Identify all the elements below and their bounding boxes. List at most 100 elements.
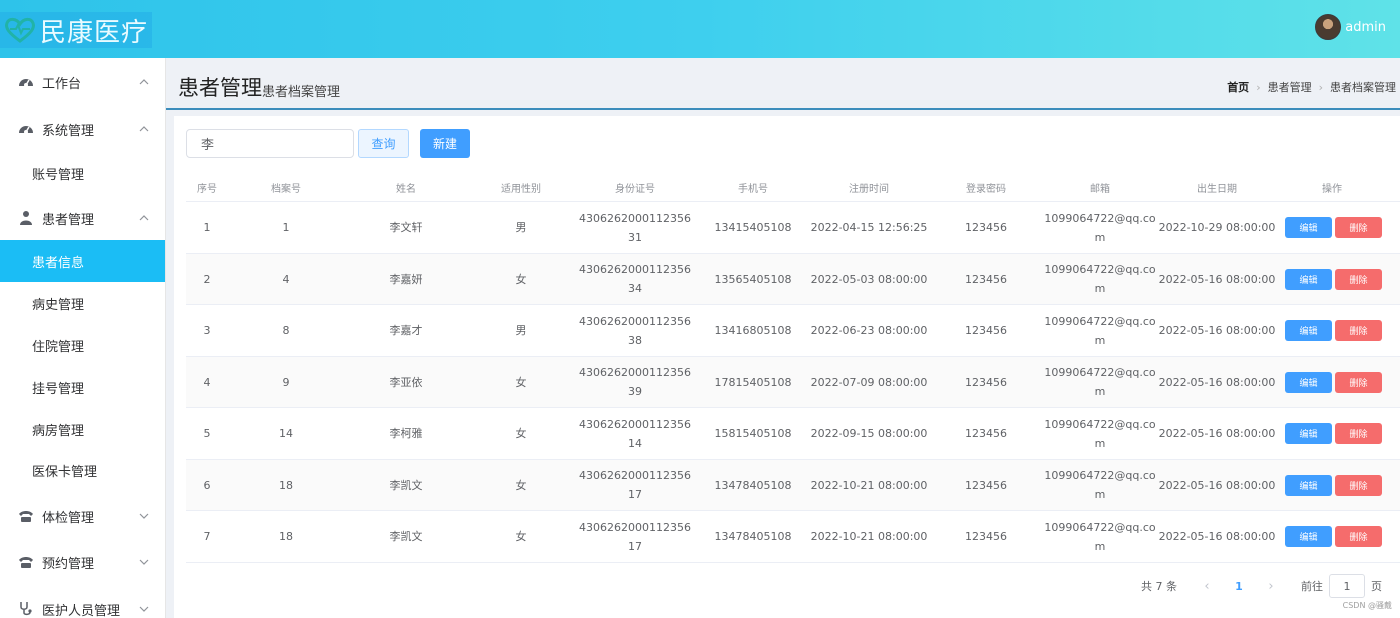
table-row: 1 1 李文轩 男 4306262000112356 31 13415405108 2022-…: [186, 202, 1400, 254]
cell-line: 31: [628, 230, 642, 244]
table-row: 5 14 李柯雅 女 4306262000112356 14 15815405108 2022…: [186, 408, 1400, 460]
table-cell-birth: 2022-05-16 08:00:00: [1158, 530, 1276, 543]
sidebar-group-appointment[interactable]: 预约管理: [0, 541, 165, 583]
delete-button[interactable]: 删除: [1335, 474, 1382, 496]
table-cell-email: 1099064722@qq.co m: [1044, 254, 1155, 305]
delete-button[interactable]: 删除: [1335, 371, 1382, 393]
watermark: CSDN @骚戴: [1342, 601, 1392, 610]
user-menu[interactable]: admin: [1315, 14, 1386, 40]
cell-line: 39: [628, 385, 642, 398]
edit-button[interactable]: 编辑: [1285, 371, 1332, 393]
table-cell-reg-time: 2022-09-15 08:00:00: [810, 427, 928, 440]
sidebar-item-label: 医保卡管理: [32, 464, 98, 480]
table-cell-phone: 15815405108: [714, 427, 792, 440]
edit-button[interactable]: 编辑: [1285, 526, 1332, 547]
table-row: 6 18 李凯文 女 4306262000112356 17 13478405108 2022…: [186, 459, 1400, 511]
table-row: 4 9 李亚依 女 4306262000112356 39 17815405108 2022-…: [186, 356, 1400, 408]
sidebar-item-patient-info[interactable]: 患者信息: [0, 240, 165, 282]
cell-line: m: [1094, 488, 1106, 501]
column-header: 身份证号: [615, 184, 655, 195]
sidebar-group-patient[interactable]: 患者管理: [0, 197, 165, 239]
table-cell-file-no: 9: [282, 375, 290, 389]
sidebar-group-system[interactable]: 系统管理: [0, 108, 165, 150]
table-cell-email: 1099064722@qq.co m: [1044, 202, 1156, 253]
delete-button[interactable]: 删除: [1335, 268, 1382, 290]
sidebar-item-insurance-card[interactable]: 医保卡管理: [0, 449, 165, 491]
stethoscope-icon: [20, 602, 32, 616]
sidebar-item-ward[interactable]: 病房管理: [0, 408, 165, 450]
pagination-page-suffix: 页: [1371, 580, 1382, 593]
sidebar-item-account[interactable]: 账号管理: [0, 152, 165, 194]
cell-line: 1099064722@qq.co: [1044, 314, 1156, 328]
chevron-up-icon: [139, 79, 149, 85]
chevron-right-icon[interactable]: ›: [1257, 579, 1285, 594]
sidebar-group-label: 系统管理: [42, 123, 95, 139]
new-button[interactable]: 新建: [420, 129, 470, 158]
table-cell-id-card: 4306262000112356 17: [579, 460, 691, 511]
pagination-page[interactable]: 1: [1221, 580, 1257, 593]
query-button[interactable]: 查询: [358, 129, 409, 158]
sidebar-group-checkup[interactable]: 体检管理: [0, 495, 165, 537]
table-cell-no: 7: [203, 530, 211, 543]
cell-line: 34: [628, 282, 642, 295]
cell-line: 38: [628, 333, 642, 347]
edit-button[interactable]: 编辑: [1285, 217, 1332, 238]
edit-button[interactable]: 编辑: [1285, 474, 1332, 496]
breadcrumb-item[interactable]: 患者管理: [1268, 79, 1312, 95]
column-header: 邮箱: [1090, 184, 1110, 195]
sidebar-item-label: 住院管理: [32, 339, 85, 355]
cell-line: 1099064722@qq.co: [1044, 211, 1156, 225]
cell-line: 4306262000112356: [579, 520, 691, 534]
delete-button[interactable]: 删除: [1335, 423, 1382, 444]
cell-line: 4306262000112356: [579, 366, 691, 379]
table-cell-no: 3: [203, 324, 211, 337]
edit-button[interactable]: 编辑: [1285, 320, 1332, 341]
edit-button[interactable]: 编辑: [1285, 423, 1332, 444]
table-cell-reg-time: 2022-04-15 12:56:25: [810, 221, 928, 234]
column-header: 登录密码: [966, 184, 1006, 195]
cell-line: 1099064722@qq.co: [1044, 417, 1156, 431]
top-header: 民康医疗 admin: [0, 0, 1400, 58]
table-cell-gender: 女: [515, 530, 527, 543]
table-cell-gender: 男: [515, 221, 527, 234]
avatar[interactable]: [1315, 14, 1342, 40]
table-cell-birth: 2022-05-16 08:00:00: [1158, 478, 1276, 492]
sidebar-group-label: 患者管理: [42, 212, 95, 228]
cell-line: m: [1094, 385, 1106, 398]
table-cell-name: 李柯雅: [389, 427, 423, 440]
table-cell-file-no: 4: [282, 272, 290, 286]
sidebar-item-registration[interactable]: 挂号管理: [0, 366, 165, 408]
page-header: 患者管理 患者档案管理 首页 › 患者管理 › 患者档案管理: [166, 58, 1400, 110]
delete-button[interactable]: 删除: [1335, 217, 1382, 238]
table-cell-birth: 2022-05-16 08:00:00: [1158, 375, 1276, 389]
cell-line: m: [1094, 436, 1106, 450]
app-logo[interactable]: 民康医疗: [0, 12, 152, 48]
sidebar-group-medical-staff[interactable]: 医护人员管理: [0, 588, 165, 618]
table-cell-reg-time: 2022-05-03 08:00:00: [810, 272, 928, 286]
delete-button[interactable]: 删除: [1335, 320, 1382, 341]
edit-button[interactable]: 编辑: [1285, 268, 1332, 290]
sidebar-group-label: 预约管理: [42, 556, 95, 572]
patient-table: 序号 档案号 姓名 适用性别 身份证号 手机号 注册时间 登录密码 邮箱 出生日…: [186, 174, 1400, 563]
table-cell-name: 李凯文: [389, 530, 423, 543]
sidebar-item-history[interactable]: 病史管理: [0, 282, 165, 324]
sidebar-group-workbench[interactable]: 工作台: [0, 61, 165, 103]
breadcrumb: 首页 › 患者管理 › 患者档案管理: [1227, 79, 1396, 95]
table-cell-no: 6: [203, 478, 211, 492]
search-input[interactable]: [186, 129, 354, 158]
cell-line: 14: [628, 436, 642, 450]
table-cell-file-no: 8: [282, 324, 290, 337]
user-name[interactable]: admin: [1345, 20, 1386, 35]
pagination-goto-input[interactable]: 1: [1329, 574, 1365, 598]
cell-line: 4306262000112356: [579, 417, 691, 431]
page-subtitle: 患者档案管理: [262, 85, 341, 100]
sidebar-item-hospitalization[interactable]: 住院管理: [0, 324, 165, 366]
chevron-left-icon[interactable]: ‹: [1193, 579, 1221, 594]
cell-line: 1099064722@qq.co: [1044, 520, 1156, 534]
cell-line: 4306262000112356: [579, 211, 691, 225]
table-cell-email: 1099064722@qq.co m: [1044, 305, 1156, 356]
column-header: 序号: [197, 184, 217, 195]
delete-button[interactable]: 删除: [1335, 526, 1382, 547]
breadcrumb-home[interactable]: 首页: [1227, 79, 1249, 95]
sidebar-group-label: 工作台: [42, 76, 82, 92]
